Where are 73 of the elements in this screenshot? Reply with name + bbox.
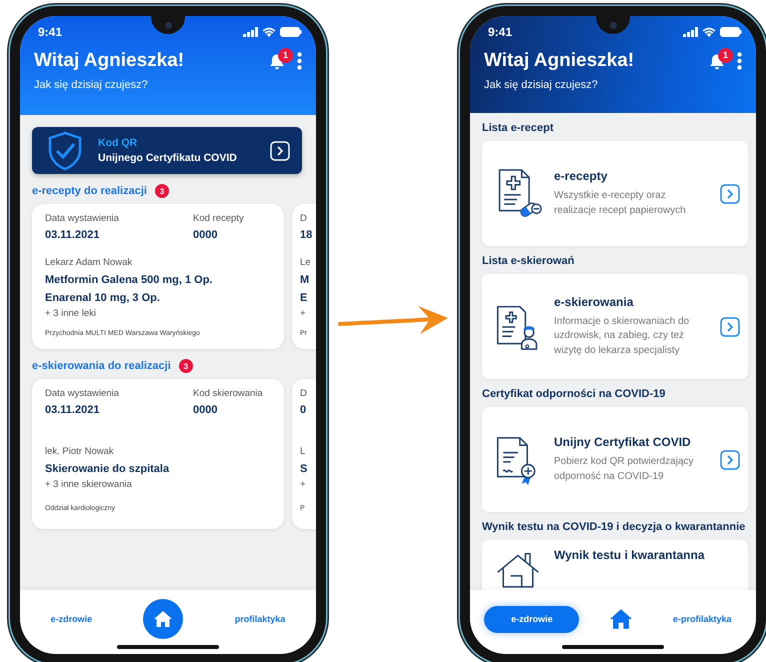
card-title: e-skierowania: [554, 294, 634, 309]
field-label: Data wystawienia: [45, 388, 119, 400]
item-name: S: [300, 463, 308, 476]
field-value: 03.11.2021: [45, 404, 100, 418]
more-menu-icon[interactable]: [737, 52, 742, 70]
group-heading: Lista e-recept: [482, 122, 555, 134]
nav-tab[interactable]: e-zdrowie: [40, 608, 102, 630]
card-description: Pobierz kod QR potwierdzający odporność na COVID-19: [554, 455, 695, 484]
doctor-name: lek. Piotr Nowak: [45, 446, 115, 458]
card-title: Unijny Certyfikat COVID: [554, 435, 692, 449]
battery-icon: [280, 27, 302, 37]
greeting-title: Witaj Agnieszka!: [34, 50, 186, 72]
home-tab[interactable]: [143, 599, 184, 639]
field-label: Kod skierowania: [193, 388, 264, 400]
signal-icon: [243, 27, 258, 37]
doctor-name: L: [300, 446, 306, 458]
service-card[interactable]: e-recepty Wszystkie e-recepty oraz realizacje recept papierowych: [482, 141, 748, 246]
field-label: Kod recepty: [193, 213, 245, 225]
greeting-subtitle: Jak się dzisiaj czujesz?: [484, 79, 599, 91]
wifi-icon: [262, 27, 276, 37]
battery-icon: [720, 27, 742, 37]
field-value: 0000: [193, 229, 218, 243]
home-tab[interactable]: [608, 608, 634, 630]
item-name: E: [300, 292, 308, 305]
section-title: e-skierowania do realizacji: [32, 360, 171, 372]
nav-tab[interactable]: profilaktyka: [224, 608, 296, 630]
doctor-name: Lekarz Adam Nowak: [45, 257, 134, 269]
home-icon: [608, 608, 634, 630]
greeting-subtitle: Jak się dzisiaj czujesz?: [34, 79, 149, 91]
signal-icon: [683, 27, 698, 37]
service-card[interactable]: e-skierowania Informacje o skierowaniach do uzdrowisk, na zabieg, czy też wizytę do lekarza specjalisty: [482, 274, 748, 379]
field-label: Data wystawienia: [45, 213, 119, 225]
item-name: Metformin Galena 500 mg, 1 Op.: [45, 274, 214, 287]
qr-code-banner[interactable]: Kod QR Unijnego Certyfikatu COVID: [32, 127, 302, 174]
field-label: D: [300, 388, 307, 400]
section-title: e-recepty do realizacji: [32, 185, 147, 197]
group-heading: Certyfikat odporności na COVID-19: [482, 388, 666, 400]
nav-tab[interactable]: e-zdrowie: [484, 606, 580, 632]
nav-tab[interactable]: e-profilaktyka: [663, 608, 742, 630]
card-title: e-recepty: [554, 169, 608, 183]
greeting-title: Witaj Agnieszka!: [484, 50, 636, 72]
service-card[interactable]: Wynik testu i kwarantanna: [482, 540, 748, 590]
more-items-note: +: [300, 479, 307, 491]
group-heading: Wynik testu na COVID-19 i decyzja o kwarantannie: [482, 521, 746, 533]
notification-badge: 1: [718, 48, 733, 62]
doctor-name: Le: [300, 257, 312, 269]
card-title: Wynik testu i kwarantanna: [554, 548, 706, 562]
field-label: D: [300, 213, 308, 225]
more-menu-icon[interactable]: [297, 52, 302, 70]
count-badge: 3: [154, 184, 169, 198]
home-icon: [153, 610, 174, 628]
shield-check-icon: [46, 130, 84, 170]
item-name: Skierowanie do szpitala: [45, 463, 170, 476]
field-value: 03.11.2021: [45, 229, 100, 243]
more-items-note: + 3 inne leki: [45, 308, 97, 320]
field-value: 18: [300, 229, 312, 243]
banner-title: Kod QR: [98, 137, 138, 149]
more-items-note: +: [300, 308, 307, 320]
item-name: Enarenal 10 mg, 3 Op.: [45, 292, 161, 305]
service-card[interactable]: Unijny Certyfikat COVID Pobierz kod QR potwierdzający odporność na COVID-19: [482, 407, 748, 512]
item-name: M: [300, 274, 310, 287]
notification-badge: 1: [278, 48, 293, 62]
status-time: 9:41: [37, 25, 62, 39]
count-badge: 3: [178, 359, 193, 373]
more-items-note: + 3 inne skierowania: [45, 479, 133, 491]
card-description: Wszystkie e-recepty oraz realizacje recept papierowych: [554, 189, 687, 218]
group-heading: Lista e-skierowań: [482, 255, 576, 267]
field-value: 0: [300, 404, 307, 418]
status-time: 9:41: [487, 25, 512, 39]
banner-subtitle: Unijnego Certyfikatu COVID: [98, 152, 238, 164]
wifi-icon: [702, 27, 716, 37]
field-value: 0000: [193, 404, 218, 418]
card-description: Informacje o skierowaniach do uzdrowisk, na zabieg, czy też wizytę do lekarza specjalisty: [554, 314, 690, 358]
